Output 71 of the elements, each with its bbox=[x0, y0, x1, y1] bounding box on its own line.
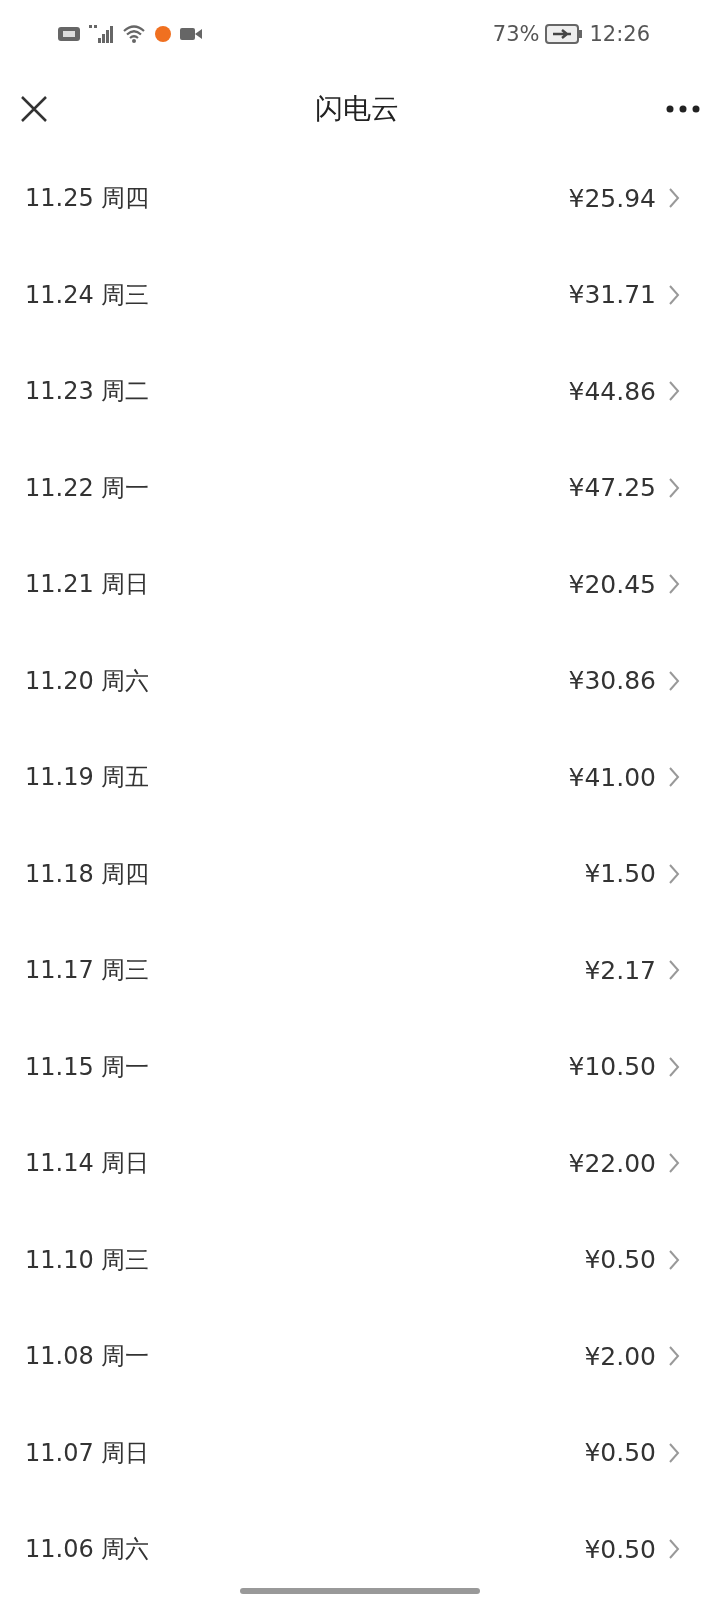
chevron-right-icon bbox=[668, 1152, 680, 1175]
chevron-right-icon bbox=[668, 476, 680, 499]
chevron-right-icon bbox=[668, 1538, 680, 1561]
row-amount: ¥2.17 bbox=[584, 955, 656, 985]
row-date: 11.14 周日 bbox=[25, 1148, 151, 1180]
chevron-right-icon bbox=[668, 669, 680, 692]
video-camera-icon bbox=[180, 26, 202, 42]
daily-record-row[interactable]: 11.18 周四 ¥1.50 bbox=[0, 825, 720, 922]
daily-record-row[interactable]: 11.06 周六 ¥0.50 bbox=[0, 1501, 720, 1598]
row-date: 11.24 周三 bbox=[25, 279, 151, 311]
chevron-right-icon bbox=[668, 959, 680, 982]
chevron-right-icon bbox=[668, 1248, 680, 1271]
chevron-right-icon bbox=[668, 1055, 680, 1078]
hd-icon bbox=[58, 26, 80, 42]
row-amount: ¥0.50 bbox=[584, 1245, 656, 1275]
row-date: 11.17 周三 bbox=[25, 955, 151, 987]
daily-record-row[interactable]: 11.20 周六 ¥30.86 bbox=[0, 632, 720, 729]
signal-icon bbox=[88, 24, 114, 44]
daily-record-row[interactable]: 11.24 周三 ¥31.71 bbox=[0, 246, 720, 343]
chevron-right-icon bbox=[668, 187, 680, 210]
row-date: 11.23 周二 bbox=[25, 376, 151, 408]
row-date: 11.07 周日 bbox=[25, 1437, 151, 1469]
chevron-right-icon bbox=[668, 1345, 680, 1368]
chevron-right-icon bbox=[668, 862, 680, 885]
row-amount: ¥31.71 bbox=[568, 280, 656, 310]
row-date: 11.22 周一 bbox=[25, 472, 151, 504]
daily-record-row[interactable]: 11.07 周日 ¥0.50 bbox=[0, 1404, 720, 1501]
daily-record-row[interactable]: 11.19 周五 ¥41.00 bbox=[0, 729, 720, 826]
chevron-right-icon bbox=[668, 573, 680, 596]
chevron-right-icon bbox=[668, 1441, 680, 1464]
more-options-button[interactable] bbox=[666, 105, 700, 113]
chevron-right-icon bbox=[668, 283, 680, 306]
daily-record-row[interactable]: 11.21 周日 ¥20.45 bbox=[0, 536, 720, 633]
row-amount: ¥47.25 bbox=[568, 473, 656, 503]
chevron-right-icon bbox=[668, 380, 680, 403]
daily-record-row[interactable]: 11.25 周四 ¥25.94 bbox=[0, 150, 720, 247]
daily-record-row[interactable]: 11.10 周三 ¥0.50 bbox=[0, 1211, 720, 1308]
row-date: 11.19 周五 bbox=[25, 762, 151, 794]
wifi-icon bbox=[122, 24, 146, 44]
close-button[interactable] bbox=[20, 95, 48, 123]
daily-record-row[interactable]: 11.15 周一 ¥10.50 bbox=[0, 1018, 720, 1115]
daily-record-row[interactable]: 11.14 周日 ¥22.00 bbox=[0, 1115, 720, 1212]
row-amount: ¥22.00 bbox=[568, 1148, 656, 1178]
row-amount: ¥1.50 bbox=[584, 859, 656, 889]
daily-record-row[interactable]: 11.17 周三 ¥2.17 bbox=[0, 922, 720, 1019]
daily-record-row[interactable]: 11.08 周一 ¥2.00 bbox=[0, 1308, 720, 1405]
row-date: 11.10 周三 bbox=[25, 1244, 151, 1276]
daily-record-row[interactable]: 11.23 周二 ¥44.86 bbox=[0, 343, 720, 440]
row-date: 11.21 周日 bbox=[25, 569, 151, 601]
battery-percent: 73% bbox=[492, 22, 540, 46]
row-amount: ¥30.86 bbox=[568, 666, 656, 696]
row-date: 11.20 周六 bbox=[25, 665, 151, 697]
row-amount: ¥41.00 bbox=[568, 762, 656, 792]
row-amount: ¥25.94 bbox=[568, 183, 656, 213]
row-amount: ¥44.86 bbox=[568, 376, 656, 406]
battery-charging-icon bbox=[545, 24, 584, 44]
clock-time: 12:26 bbox=[589, 22, 650, 46]
row-date: 11.06 周六 bbox=[25, 1534, 151, 1566]
page-title: 闪电云 bbox=[315, 91, 399, 127]
notification-dot-icon bbox=[154, 25, 172, 43]
chevron-right-icon bbox=[668, 766, 680, 789]
row-date: 11.15 周一 bbox=[25, 1051, 151, 1083]
row-amount: ¥10.50 bbox=[568, 1052, 656, 1082]
row-date: 11.18 周四 bbox=[25, 858, 151, 890]
row-amount: ¥20.45 bbox=[568, 569, 656, 599]
row-amount: ¥0.50 bbox=[584, 1534, 656, 1564]
daily-record-row[interactable]: 11.22 周一 ¥47.25 bbox=[0, 439, 720, 536]
row-date: 11.08 周一 bbox=[25, 1341, 151, 1373]
row-amount: ¥0.50 bbox=[584, 1438, 656, 1468]
row-amount: ¥2.00 bbox=[584, 1341, 656, 1371]
row-date: 11.25 周四 bbox=[25, 183, 151, 215]
